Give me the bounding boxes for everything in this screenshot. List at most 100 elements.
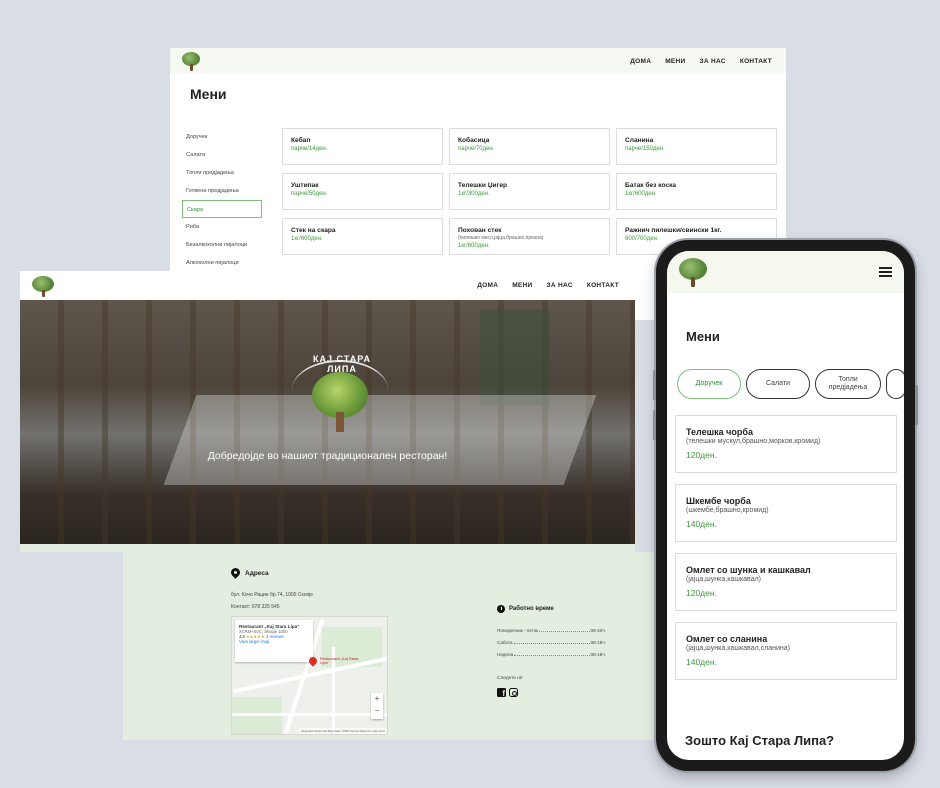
tab-breakfast[interactable]: Доручек: [677, 369, 741, 399]
nav-home[interactable]: ДОМА: [630, 58, 651, 65]
map-zoom-controls: + −: [371, 693, 383, 719]
menu-item-card: Телешки Џигер 1кг/300ден.: [449, 173, 610, 210]
logo[interactable]: [178, 50, 204, 72]
mobile-header: [667, 251, 904, 293]
address-text: бул. Кочо Рацин бр.74, 1000 Скопје: [231, 592, 314, 598]
item-desc: (јајца,шунка,кашкавал): [686, 576, 762, 583]
hours-row: Сабота 08-18ч.: [497, 640, 606, 645]
item-price: парче/70ден.: [458, 146, 495, 152]
menu-item-card: Стек на скара 1кг/600ден.: [282, 218, 443, 255]
hours-row: Понеделник - петок 08-20ч.: [497, 628, 606, 633]
tab-hot-appetizers[interactable]: Топли предјадења: [815, 369, 881, 399]
hero-banner: КАЈ СТАРА ЛИПА Добредојде во нашиот трад…: [20, 300, 635, 544]
tab-next[interactable]: [886, 369, 904, 399]
google-map[interactable]: Restaurant „Kaj Stara Lipa" XCRM+5VC, Sk…: [231, 616, 388, 735]
item-name: Шкембе чорба: [686, 496, 751, 506]
item-price: 120ден.: [686, 450, 717, 460]
menu-item-card: Омлет со шунка и кашкавал (јајца,шунка,к…: [675, 553, 897, 611]
instagram-icon[interactable]: [509, 688, 518, 697]
view-larger-map-link[interactable]: View larger map: [239, 639, 309, 644]
main-nav: ДОМА МЕНИ ЗА НАС КОНТАКТ: [630, 58, 772, 65]
page-title: Мени: [190, 86, 227, 102]
menu-items-grid: Кебап парче/14ден. Кобасица парче/70ден. С…: [282, 128, 778, 255]
item-name: Похован стек: [458, 227, 502, 234]
menu-item-card: Телешка чорба (телешки мускул,брашно,мор…: [675, 415, 897, 473]
item-price: парче/14ден.: [291, 146, 328, 152]
main-nav: ДОМА МЕНИ ЗА НАС КОНТАКТ: [477, 282, 619, 289]
location-pin-icon: [231, 568, 240, 579]
item-price: 120ден.: [686, 588, 717, 598]
item-desc: (јајца,шунка,кашкавал,сланина): [686, 645, 790, 652]
item-desc: (шкембе,брашно,кромид): [686, 507, 769, 514]
item-price: 140ден.: [686, 657, 717, 667]
map-attribution[interactable]: Keyboard shortcuts Map data ©2024 Terms …: [298, 728, 387, 734]
item-desc: (пилешко месо,јајца,брашно,презла): [458, 235, 544, 241]
home-header: ДОМА МЕНИ ЗА НАС КОНТАКТ: [20, 271, 635, 300]
address-heading: Адреса: [231, 568, 269, 579]
why-us-heading: Зошто Кај Стара Липа?: [685, 733, 835, 748]
menu-item-card: Батак без коска 1кг/600ден.: [616, 173, 777, 210]
zoom-out-button[interactable]: −: [371, 705, 383, 717]
nav-menu[interactable]: МЕНИ: [665, 58, 685, 65]
nav-menu[interactable]: МЕНИ: [512, 282, 532, 289]
category-item[interactable]: Алкохолни пијалоци: [182, 254, 262, 272]
logo[interactable]: [673, 255, 713, 289]
category-item-active[interactable]: Скара: [182, 200, 262, 218]
clock-icon: [497, 605, 505, 613]
item-name: Омлет со шунка и кашкавал: [686, 565, 811, 575]
contact-text: Контакт: 078 325 545: [231, 604, 280, 610]
hero-welcome-text: Добредојде во нашиот традиционален ресто…: [207, 450, 448, 462]
menu-item-card: Омлет со сланина (јајца,шунка,кашкавал,с…: [675, 622, 897, 680]
item-price: 140ден.: [686, 519, 717, 529]
item-price: 1кг/300ден.: [458, 191, 490, 197]
page-title: Мени: [686, 329, 720, 344]
map-info-card: Restaurant „Kaj Stara Lipa" XCRM+5VC, Sk…: [235, 620, 313, 662]
menu-item-card: Кебап парче/14ден.: [282, 128, 443, 165]
hamburger-menu-icon[interactable]: [879, 267, 892, 277]
category-item[interactable]: Топли предјадења: [182, 164, 262, 182]
nav-home[interactable]: ДОМА: [477, 282, 498, 289]
category-tabs: Доручек Салати Топли предјадења: [677, 369, 904, 399]
item-price: 1кг/600ден.: [291, 236, 323, 242]
item-name: Стек на скара: [291, 227, 336, 234]
item-name: Ражнич пилешки/свински 1кг.: [625, 227, 722, 234]
item-name: Кобасица: [458, 137, 490, 144]
nav-contact[interactable]: КОНТАКТ: [740, 58, 772, 65]
hero-logo-text: КАЈ СТАРА ЛИПА: [313, 354, 371, 374]
facebook-icon[interactable]: [497, 688, 506, 698]
menu-item-card: Шкембе чорба (шкембе,брашно,кромид) 140д…: [675, 484, 897, 542]
nav-contact[interactable]: КОНТАКТ: [587, 282, 619, 289]
item-price: 1кг/600ден.: [625, 191, 657, 197]
item-name: Телешки Џигер: [458, 182, 508, 189]
menu-item-card: Похован стек (пилешко месо,јајца,брашно,п…: [449, 218, 610, 255]
hours-row: Недела 08-18ч.: [497, 652, 606, 657]
map-marker-label: Restaurant „Kaj Stara Lipa": [320, 656, 359, 666]
logo[interactable]: [28, 274, 58, 298]
item-name: Кебап: [291, 137, 311, 144]
item-desc: (телешки мускул,брашно,морков,кромид): [686, 438, 821, 445]
mobile-screen: Мени Доручек Салати Топли предјадења Тел…: [667, 251, 904, 760]
footer-contact-section: Адреса бул. Кочо Рацин бр.74, 1000 Скопј…: [123, 552, 658, 740]
item-name: Батак без коска: [625, 182, 677, 189]
category-item[interactable]: Салати: [182, 146, 262, 164]
nav-about[interactable]: ЗА НАС: [547, 282, 573, 289]
category-item[interactable]: Риба: [182, 218, 262, 236]
zoom-in-button[interactable]: +: [371, 693, 383, 705]
nav-about[interactable]: ЗА НАС: [700, 58, 726, 65]
tab-salads[interactable]: Салати: [746, 369, 810, 399]
item-name: Омлет со сланина: [686, 634, 768, 644]
menu-item-card: Кобасица парче/70ден.: [449, 128, 610, 165]
menu-item-card: Сланина парче/150ден.: [616, 128, 777, 165]
category-list: Доручек Салати Топли предјадења Готвени …: [182, 128, 262, 272]
follow-us-label: Следете нè: [497, 676, 523, 681]
hours-heading: Работно време: [497, 605, 554, 613]
item-name: Уштипак: [291, 182, 319, 189]
category-item[interactable]: Готвени предјадења: [182, 182, 262, 200]
category-item[interactable]: Доручек: [182, 128, 262, 146]
item-price: парче/150ден.: [625, 146, 665, 152]
item-price: парче/50ден.: [291, 191, 328, 197]
item-name: Сланина: [625, 137, 654, 144]
mobile-phone-mockup: Мени Доручек Салати Топли предјадења Тел…: [653, 240, 918, 771]
menu-item-card: Уштипак парче/50ден.: [282, 173, 443, 210]
category-item[interactable]: Безалкохолни пијалоци: [182, 236, 262, 254]
